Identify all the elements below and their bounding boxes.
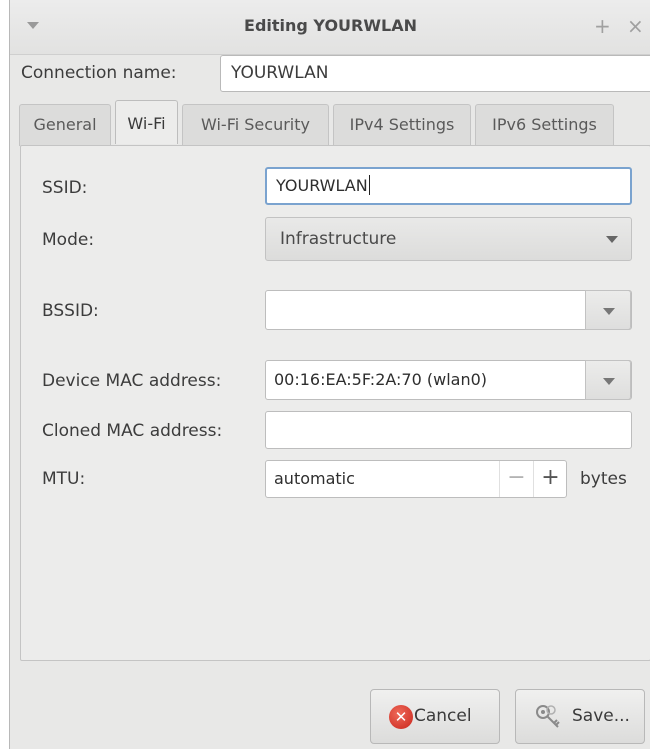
mode-value: Infrastructure xyxy=(280,229,397,249)
mtu-unit-label: bytes xyxy=(580,469,627,489)
mtu-decrement-button[interactable]: − xyxy=(499,461,533,497)
tab-wifi-security[interactable]: Wi-Fi Security xyxy=(182,104,329,146)
title-bar[interactable]: Editing YOURWLAN + × xyxy=(10,0,650,55)
chevron-down-icon xyxy=(603,308,615,315)
bssid-label: BSSID: xyxy=(42,301,99,321)
device-mac-value: 00:16:EA:5F:2A:70 (wlan0) xyxy=(274,370,488,389)
keys-icon xyxy=(536,705,560,728)
chevron-down-icon xyxy=(606,236,618,243)
cancel-icon: ✕ xyxy=(389,705,413,729)
mtu-spinbutton[interactable]: automatic − + xyxy=(265,460,567,498)
text-cursor xyxy=(368,175,370,195)
ssid-label: SSID: xyxy=(42,178,88,198)
save-button-label: Save... xyxy=(572,706,630,726)
bssid-combo[interactable] xyxy=(265,290,632,330)
cancel-button[interactable]: ✕ Cancel xyxy=(370,689,500,744)
tab-ipv6-settings[interactable]: IPv6 Settings xyxy=(475,104,614,146)
mtu-increment-button[interactable]: + xyxy=(533,461,567,497)
device-mac-combo[interactable]: 00:16:EA:5F:2A:70 (wlan0) xyxy=(265,360,632,400)
cancel-button-label: Cancel xyxy=(414,706,472,726)
cloned-mac-label: Cloned MAC address: xyxy=(42,421,223,441)
bssid-dropdown-button[interactable] xyxy=(585,290,631,330)
tab-general[interactable]: General xyxy=(19,104,111,146)
connection-name-input[interactable]: YOURWLAN xyxy=(220,55,650,92)
ssid-input[interactable]: YOURWLAN xyxy=(265,167,632,205)
chevron-down-icon xyxy=(603,378,615,385)
mtu-label: MTU: xyxy=(42,469,86,489)
mode-dropdown[interactable]: Infrastructure xyxy=(265,217,632,261)
cloned-mac-input[interactable] xyxy=(265,411,632,449)
window-title: Editing YOURWLAN xyxy=(244,16,417,35)
device-mac-dropdown-button[interactable] xyxy=(585,360,631,400)
close-icon[interactable]: × xyxy=(627,14,644,38)
ssid-value: YOURWLAN xyxy=(276,176,368,195)
connection-name-label: Connection name: xyxy=(21,63,177,83)
maximize-icon[interactable]: + xyxy=(594,14,611,38)
tab-wifi[interactable]: Wi-Fi xyxy=(115,100,178,144)
device-mac-label: Device MAC address: xyxy=(42,371,222,391)
mtu-value[interactable]: automatic xyxy=(274,461,355,497)
save-button[interactable]: Save... xyxy=(515,689,645,744)
tab-ipv4-settings[interactable]: IPv4 Settings xyxy=(333,104,471,146)
mode-label: Mode: xyxy=(42,230,95,250)
